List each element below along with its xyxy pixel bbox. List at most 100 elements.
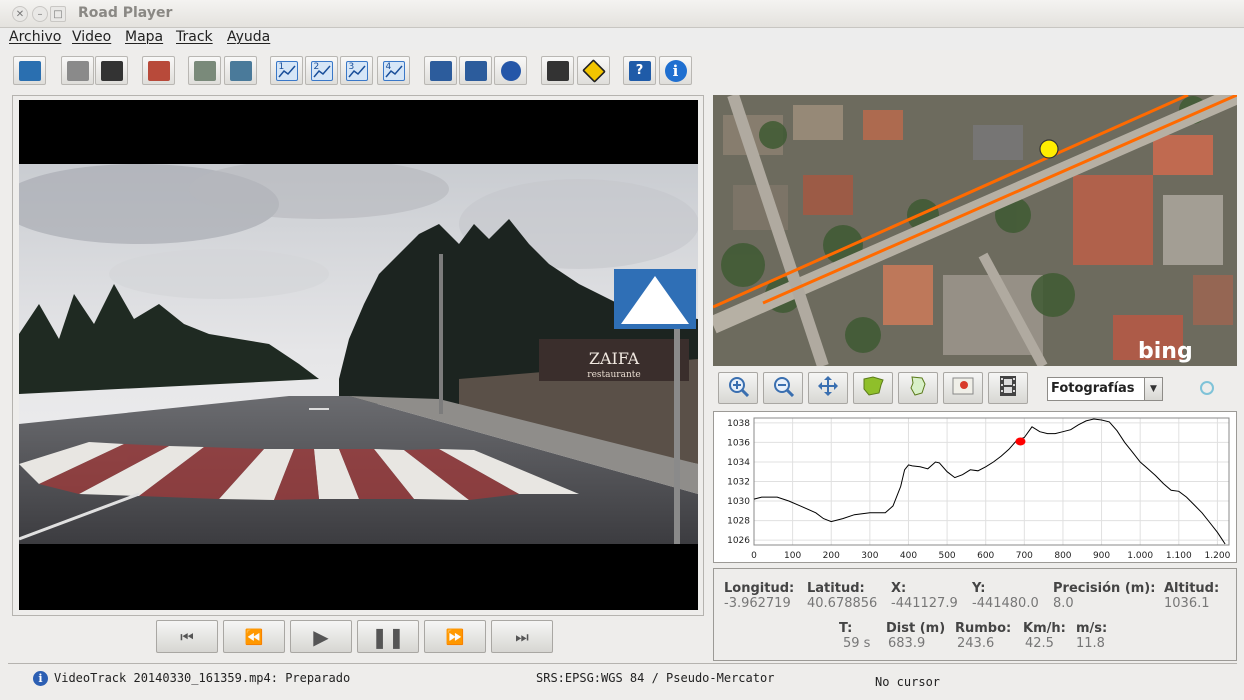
rumbo-label: Rumbo: [955, 621, 1012, 636]
open-video-button[interactable] [13, 56, 46, 85]
x-value: -441127.9 [891, 596, 958, 611]
menu-track[interactable]: Track [176, 29, 213, 45]
close-window-icon[interactable]: ✕ [12, 6, 28, 22]
warning-sign-icon [581, 58, 606, 83]
film-button[interactable] [95, 56, 128, 85]
map-layer-value: Fotografías [1051, 381, 1135, 396]
menu-ayuda[interactable]: Ayuda [227, 29, 270, 45]
x-tick-label: 900 [1093, 551, 1110, 561]
zoom-out-button[interactable] [763, 372, 803, 404]
layers-button[interactable] [224, 56, 257, 85]
position-marker [1039, 139, 1059, 159]
menu-video[interactable]: Video [72, 29, 111, 45]
x-tick-label: 700 [1016, 551, 1033, 561]
skip-to-end-button[interactable]: ⏭ [491, 620, 553, 653]
menu-bar: Archivo Video Mapa Track Ayuda [0, 28, 1244, 50]
save-as-icon [464, 60, 487, 81]
globe-button[interactable] [494, 56, 527, 85]
pan-arrows-icon [817, 375, 839, 401]
telemetry-panel: Longitud: -3.962719 Latitud: 40.678856 X… [713, 568, 1237, 661]
ms-label: m/s: [1076, 621, 1108, 636]
pan-button[interactable] [808, 372, 848, 404]
menu-mapa[interactable]: Mapa [125, 29, 163, 45]
spain-map-button[interactable] [853, 372, 893, 404]
toolbar: 1 2 3 4? i [0, 50, 1244, 92]
pen-button[interactable] [541, 56, 574, 85]
region-map-button[interactable] [898, 372, 938, 404]
maximize-window-icon[interactable]: □ [50, 6, 66, 22]
restaurant-sign: ZAIFA [589, 349, 640, 368]
globe-icon [500, 60, 521, 81]
bing-watermark: bing [1138, 339, 1193, 364]
y-tick-label: 1030 [727, 497, 750, 507]
x-tick-label: 0 [751, 551, 757, 561]
y-tick-label: 1028 [727, 517, 750, 527]
ms-value: 11.8 [1076, 636, 1105, 651]
pen-icon [546, 60, 569, 81]
status-bar: i VideoTrack 20140330_161359.mp4: Prepar… [8, 663, 1237, 693]
restaurant-sign-sub: restaurante [587, 370, 640, 380]
map-edit-button[interactable] [142, 56, 175, 85]
film-icon [100, 60, 123, 81]
elevation-chart: 0 100 200 300 400 500 600 700 800 900 1.000 1.100 1.… [727, 417, 1231, 561]
y-label: Y: [972, 581, 986, 596]
altitud-label: Altitud: [1164, 581, 1220, 596]
map-marker-icon [951, 375, 975, 401]
srs-text: SRS:EPSG:WGS 84 / Pseudo-Mercator [536, 671, 775, 685]
minimize-window-icon[interactable]: – [32, 6, 48, 22]
satellite-map-image: bing [713, 95, 1237, 366]
x-tick-label: 800 [1054, 551, 1071, 561]
pause-icon: ❚❚ [371, 624, 405, 649]
help-book-button[interactable]: ? [623, 56, 656, 85]
play-icon: ▶ [313, 624, 329, 649]
chart-3-icon: 3 [345, 60, 368, 81]
info-button[interactable]: i [659, 56, 692, 85]
video-frame: ZAIFA restaurante [19, 164, 698, 544]
fast-forward-button[interactable]: ⏩ [424, 620, 486, 653]
camera-button[interactable] [61, 56, 94, 85]
y-tick-label: 1026 [727, 536, 750, 546]
chart-3-button[interactable]: 3 [340, 56, 373, 85]
altitud-value: 1036.1 [1164, 596, 1210, 611]
map-marker-button[interactable] [943, 372, 983, 404]
latitud-label: Latitud: [807, 581, 865, 596]
precision-label: Precisión (m): [1053, 581, 1156, 596]
chart-1-button[interactable]: 1 [270, 56, 303, 85]
y-value: -441480.0 [972, 596, 1039, 611]
rewind-button[interactable]: ⏪ [223, 620, 285, 653]
map-view[interactable]: bing [713, 95, 1237, 366]
layers-icon [229, 60, 252, 81]
play-button[interactable]: ▶ [290, 620, 352, 653]
kmh-value: 42.5 [1025, 636, 1054, 651]
skip-to-start-button[interactable]: ⏮ [156, 620, 218, 653]
chart-2-button[interactable]: 2 [305, 56, 338, 85]
cursor-status: No cursor [875, 675, 941, 689]
video-viewport[interactable]: ZAIFA restaurante [19, 100, 698, 610]
x-tick-label: 300 [861, 551, 878, 561]
film-strip-button[interactable] [988, 372, 1028, 404]
save-as-button[interactable] [459, 56, 492, 85]
save-button[interactable] [424, 56, 457, 85]
film-strip-icon [996, 375, 1020, 401]
precision-value: 8.0 [1053, 596, 1074, 611]
menu-archivo[interactable]: Archivo [9, 29, 61, 45]
chart-4-icon: 4 [382, 60, 405, 81]
time-value: 59 s [843, 636, 871, 651]
x-tick-label: 1.000 [1127, 551, 1153, 561]
longitud-label: Longitud: [724, 581, 795, 596]
zoom-in-button[interactable] [718, 372, 758, 404]
info-icon: i [664, 59, 687, 82]
info-status-icon: i [33, 671, 48, 686]
x-tick-label: 600 [977, 551, 994, 561]
warning-sign-button[interactable] [577, 56, 610, 85]
chart-4-button[interactable]: 4 [377, 56, 410, 85]
kmh-label: Km/h: [1023, 621, 1066, 636]
map-layer-select[interactable]: Fotografías ▼ [1047, 377, 1163, 401]
elevation-chart-panel[interactable]: 0 100 200 300 400 500 600 700 800 900 1.000 1.100 1.… [713, 411, 1237, 563]
database-add-button[interactable] [188, 56, 221, 85]
spain-map-icon [861, 375, 885, 401]
road-scene-image: ZAIFA restaurante [19, 164, 698, 544]
chevron-down-icon[interactable]: ▼ [1144, 378, 1162, 400]
chart-1-icon: 1 [275, 60, 298, 81]
pause-button[interactable]: ❚❚ [357, 620, 419, 653]
